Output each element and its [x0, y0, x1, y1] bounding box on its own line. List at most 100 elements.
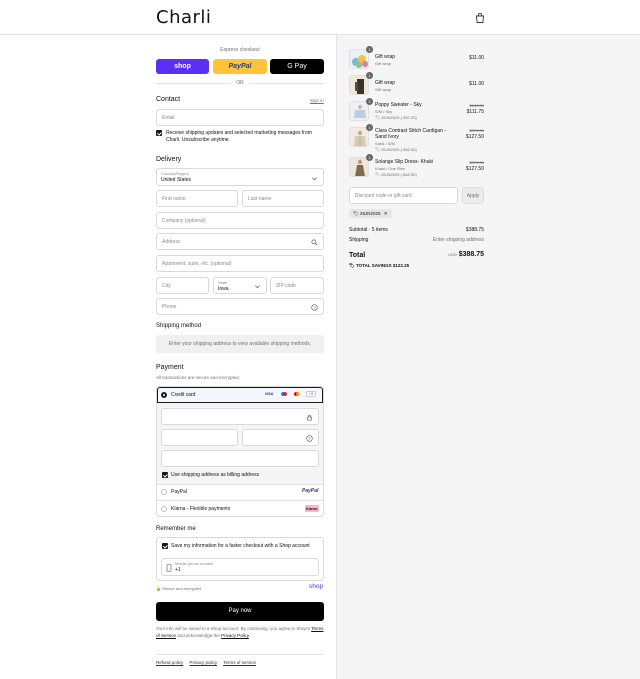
privacy-policy-link[interactable]: Privacy policy	[190, 660, 218, 665]
discount-code-placeholder: Discount code or gift card	[355, 193, 412, 199]
state-value: Iowa	[218, 286, 229, 292]
expiry-field[interactable]	[161, 429, 238, 446]
subtotal-value: $388.75	[465, 227, 484, 233]
city-field[interactable]: City	[156, 277, 209, 294]
privacy-link[interactable]: Privacy Policy	[221, 633, 249, 638]
item-thumbnail	[349, 101, 369, 121]
apply-button[interactable]: Apply	[462, 187, 484, 204]
sign-in-link[interactable]: Sign in	[310, 98, 324, 103]
state-label: State	[218, 280, 228, 285]
item-quantity-badge: 1	[366, 46, 373, 53]
item-thumbnail	[349, 49, 369, 69]
svg-text:?: ?	[308, 436, 311, 441]
item-discount: 🏷 25JN2025 (-$37.25)	[375, 115, 417, 120]
secure-label: Secure and encrypted	[162, 586, 202, 591]
item-name: Clara Contrast Stitch Cardigan - Sand Iv…	[375, 128, 446, 140]
klarna-radio[interactable]	[161, 506, 167, 512]
credit-card-radio[interactable]	[161, 392, 167, 398]
save-info-label: Save my information for a faster checkou…	[171, 543, 310, 549]
zip-field[interactable]: ZIP code	[270, 277, 324, 294]
security-code-field[interactable]: ?	[242, 429, 319, 446]
email-field[interactable]: Email	[156, 109, 324, 126]
divider-right	[249, 83, 324, 84]
mobile-phone-field[interactable]: Mobile phone number +1	[161, 558, 319, 576]
item-name: Solange Slip Dress- Khaki	[375, 159, 434, 165]
help-icon[interactable]: ?	[311, 304, 318, 311]
apartment-field[interactable]: Apartment, suite, etc. (optional)	[156, 255, 324, 272]
brand-logo[interactable]: Charli	[156, 7, 211, 28]
paypal-option-label[interactable]: PayPal	[171, 489, 187, 495]
contact-heading: Contact	[156, 96, 181, 103]
klarna-option-label[interactable]: Klarna - Flexible payments	[171, 506, 230, 512]
shop-logo: shop	[309, 583, 324, 590]
shipping-method-heading: Shipping method	[156, 323, 202, 329]
item-variant: S/M / Sky	[375, 109, 393, 114]
express-checkout-title: Express checkout	[220, 47, 260, 53]
country-value: United States	[161, 177, 192, 183]
credit-card-label: Credit card	[171, 392, 196, 398]
gift-wrap-image	[352, 55, 368, 68]
last-name-field[interactable]: Last name	[242, 190, 324, 207]
secure-text: 🔒 Secure and encrypted	[156, 586, 202, 591]
company-field[interactable]: Company (optional)	[156, 212, 324, 229]
paypal-radio[interactable]	[161, 489, 167, 495]
state-select[interactable]: State Iowa	[213, 277, 267, 294]
item-discount-text: 25JN2025 (-$37.25)	[381, 115, 417, 120]
item-variant: Gift wrap	[375, 61, 392, 66]
marketing-checkbox[interactable]	[156, 130, 162, 136]
footer-links: Refund policy Privacy policy Terms of se…	[156, 660, 261, 665]
terms-of-service-link[interactable]: Terms of service	[223, 660, 256, 665]
shipping-value: Enter shipping address	[432, 237, 484, 243]
visa-icon: VISA	[264, 392, 274, 396]
save-info-checkbox[interactable]	[162, 543, 168, 549]
item-thumbnail	[349, 127, 369, 147]
applied-code: 25JN2025	[359, 211, 381, 216]
pay-now-button[interactable]: Pay now	[156, 602, 324, 621]
card-number-field[interactable]	[161, 408, 319, 425]
legal-intro: Your info will be saved to a Shop accoun…	[156, 626, 311, 631]
phone-field[interactable]: Phone ?	[156, 298, 324, 315]
last-name-placeholder: Last name	[248, 196, 272, 202]
item-name: Gift wrap	[375, 54, 396, 60]
refund-policy-link[interactable]: Refund policy	[156, 660, 183, 665]
item-variant: Khaki / One Size	[375, 166, 405, 171]
shopping-bag-icon[interactable]	[474, 12, 486, 24]
address-field[interactable]: Address	[156, 233, 324, 250]
total-label: Total	[349, 252, 366, 259]
svg-text:?: ?	[313, 305, 316, 310]
payment-subtitle: All transactions are secure and encrypte…	[156, 375, 241, 380]
google-pay-button[interactable]: G Pay	[270, 59, 324, 74]
tag-icon: 🏷	[353, 211, 359, 216]
gift-wrap-image	[355, 79, 364, 94]
address-placeholder: Address	[162, 239, 181, 245]
remove-discount-icon[interactable]: ✕	[384, 211, 388, 216]
name-on-card-field[interactable]	[161, 450, 319, 467]
applied-discount-tag: 🏷 25JN2025 ✕	[349, 209, 392, 218]
payment-heading: Payment	[156, 364, 184, 371]
item-name: Poppy Sweater - Sky	[375, 102, 422, 108]
first-name-field[interactable]: First name	[156, 190, 238, 207]
apartment-placeholder: Apartment, suite, etc. (optional)	[162, 261, 232, 267]
total-amount: USD $388.75	[448, 251, 484, 258]
total-value: $388.75	[458, 251, 484, 258]
first-name-placeholder: First name	[162, 196, 186, 202]
item-original-price: $170.00	[469, 160, 484, 165]
legal-period: .	[248, 632, 251, 638]
klarna-logo: Klarna.	[305, 505, 319, 512]
divider-left	[156, 83, 231, 84]
google-pay-label: G Pay	[287, 63, 307, 70]
paypal-logo: PayPal	[302, 488, 319, 494]
search-icon	[311, 239, 318, 246]
paypal-label: PayPal	[228, 63, 252, 70]
item-price: $127.50	[465, 134, 484, 140]
total-savings: 🏷 TOTAL SAVINGS $122.25	[349, 263, 409, 269]
paypal-button[interactable]: PayPal	[213, 59, 267, 74]
help-icon[interactable]: ?	[306, 435, 313, 442]
shop-pay-button[interactable]: shop	[156, 59, 209, 74]
discount-code-field[interactable]: Discount code or gift card	[349, 187, 458, 204]
billing-same-checkbox[interactable]	[162, 472, 168, 478]
apply-label: Apply	[466, 193, 480, 199]
country-select[interactable]: Country/Region United States	[156, 168, 324, 186]
item-discount-text: 25JN2025 (-$42.50)	[381, 147, 417, 152]
item-price: $127.50	[465, 166, 484, 172]
